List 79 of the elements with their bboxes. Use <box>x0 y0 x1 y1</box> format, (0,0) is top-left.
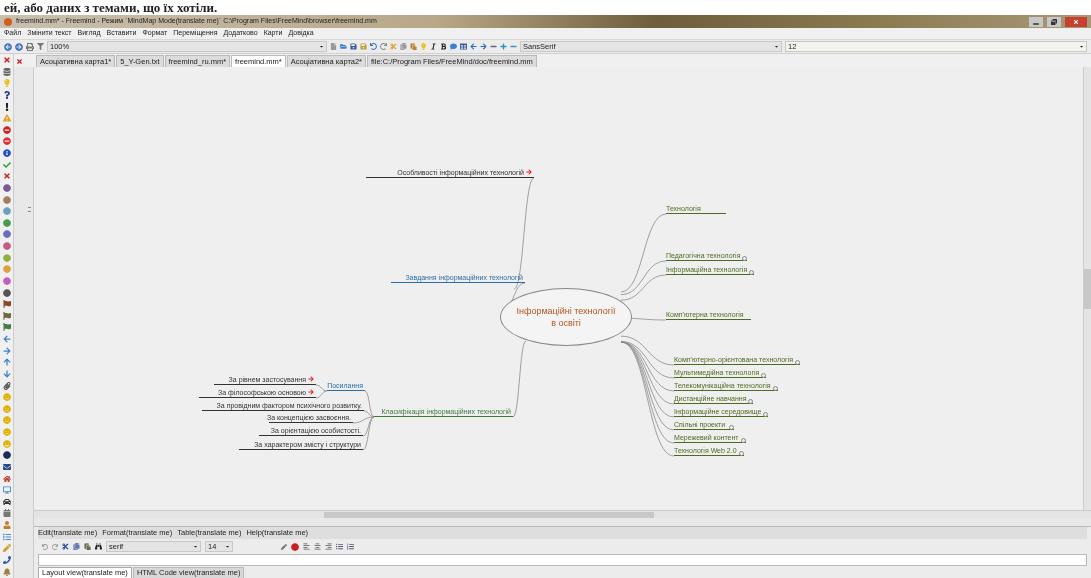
vertical-scrollbar[interactable] <box>1083 67 1091 510</box>
print-icon[interactable] <box>26 42 34 51</box>
copy-icon[interactable] <box>73 543 80 550</box>
align-left-icon[interactable] <box>303 543 310 550</box>
close-icon <box>1073 18 1079 25</box>
scrollbar-thumb[interactable] <box>1084 268 1091 309</box>
minus-icon[interactable] <box>510 43 517 50</box>
arrow-down-icon[interactable] <box>2 369 11 378</box>
close-tab-icon[interactable] <box>16 58 23 65</box>
arrow-icon <box>308 389 314 395</box>
close-icon[interactable] <box>2 56 11 64</box>
plus-icon[interactable] <box>500 43 507 50</box>
filter-icon[interactable] <box>37 43 44 50</box>
save-icon[interactable] <box>350 43 357 50</box>
caret-icon <box>193 544 198 549</box>
arrow-icon <box>526 169 532 175</box>
maximize-button[interactable] <box>1047 16 1061 27</box>
table-icon[interactable] <box>460 43 467 50</box>
close-icon[interactable] <box>2 172 11 181</box>
bullet-list-icon[interactable] <box>336 543 343 550</box>
arrow-left-icon[interactable] <box>470 43 477 50</box>
user-icon[interactable] <box>2 521 11 529</box>
flag-icon[interactable] <box>2 323 11 332</box>
arrow-icon <box>308 376 314 382</box>
redo-icon[interactable] <box>380 43 387 50</box>
italic-icon[interactable] <box>430 43 437 50</box>
connector-line <box>315 390 328 399</box>
paperclip-icon[interactable] <box>2 381 11 390</box>
info-icon[interactable] <box>2 149 11 157</box>
home-icon[interactable] <box>2 474 11 483</box>
redo-icon[interactable] <box>52 543 58 550</box>
find-icon[interactable] <box>95 543 102 550</box>
flag-icon[interactable] <box>2 311 11 320</box>
warning-icon[interactable] <box>2 114 11 123</box>
caption-text: ей, або даних з темами, що їх хотіли. <box>4 0 218 15</box>
bell-icon[interactable] <box>2 567 11 576</box>
close-button[interactable] <box>1065 16 1087 27</box>
stop-icon[interactable] <box>2 137 11 146</box>
copy-icon[interactable] <box>400 43 407 50</box>
caret-icon <box>1079 44 1084 49</box>
scrollbar-thumb[interactable] <box>324 511 654 518</box>
database-icon[interactable] <box>2 67 11 76</box>
list-icon[interactable] <box>2 532 11 541</box>
arrow-left-icon[interactable] <box>2 335 11 343</box>
bold-icon[interactable] <box>440 43 447 50</box>
pen-icon[interactable] <box>281 543 287 550</box>
restore-icon <box>1051 18 1057 25</box>
question-icon[interactable] <box>2 90 11 99</box>
paste-icon[interactable] <box>410 43 417 50</box>
arrow-up-icon[interactable] <box>2 358 11 367</box>
minus-icon[interactable] <box>490 43 497 50</box>
caret-icon <box>319 44 324 49</box>
comment-icon[interactable] <box>450 43 457 50</box>
caret-icon <box>225 544 230 549</box>
calendar-icon[interactable] <box>2 509 11 518</box>
car-icon[interactable] <box>2 497 11 506</box>
align-center-icon[interactable] <box>314 543 321 550</box>
cut-icon[interactable] <box>62 543 69 550</box>
text-editor-field[interactable] <box>38 554 1087 566</box>
phone-icon[interactable] <box>2 555 11 564</box>
root-node[interactable]: Інформаційні технології в освіті <box>500 288 632 346</box>
arrow-right-icon[interactable] <box>2 346 11 355</box>
undo-icon[interactable] <box>42 543 48 550</box>
app-icon <box>4 17 12 26</box>
file-icon[interactable] <box>330 43 337 50</box>
folder-icon[interactable] <box>340 43 347 50</box>
forward-icon[interactable] <box>15 42 23 51</box>
stop-icon[interactable] <box>2 125 11 134</box>
arrow-right-icon[interactable] <box>480 43 487 50</box>
caret-icon <box>774 44 779 49</box>
check-icon[interactable] <box>2 160 11 169</box>
undo-icon[interactable] <box>370 43 377 50</box>
numbered-list-icon[interactable] <box>347 543 354 550</box>
minimize-button[interactable] <box>1029 16 1043 27</box>
back-icon[interactable] <box>4 42 12 51</box>
align-right-icon[interactable] <box>325 543 332 550</box>
flag-icon[interactable] <box>2 300 11 309</box>
paste-icon[interactable] <box>84 543 91 550</box>
envelope-icon[interactable] <box>2 462 11 471</box>
